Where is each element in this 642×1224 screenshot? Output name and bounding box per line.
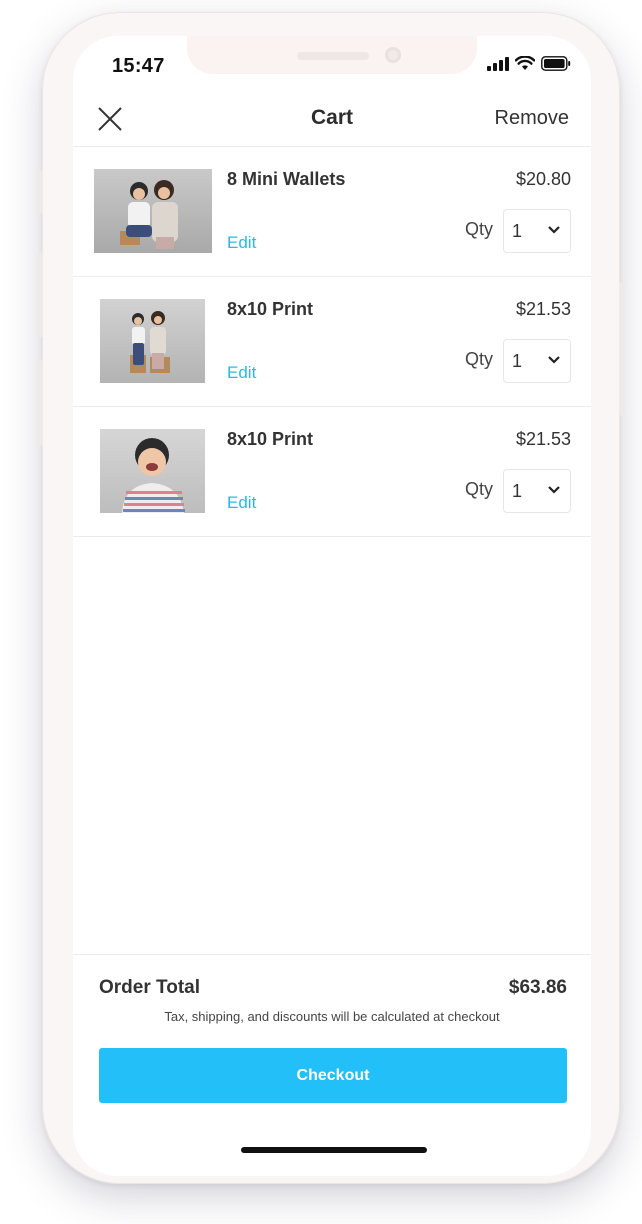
qty-select[interactable]: 1: [503, 469, 571, 513]
qty-value: 1: [512, 221, 523, 241]
item-price: $20.80: [515, 169, 571, 189]
silent-switch: [37, 170, 43, 214]
chevron-down-icon: [548, 226, 560, 234]
order-summary: Order Total $63.86 Tax, shipping, and di…: [73, 954, 591, 1176]
edit-link[interactable]: Edit: [227, 493, 256, 513]
volume-down-button: [37, 360, 43, 446]
product-photo: [100, 299, 205, 383]
signal-icon: [487, 56, 509, 71]
product-photo: [94, 169, 212, 253]
item-title: 8x10 Print: [227, 429, 314, 449]
chevron-down-icon: [548, 486, 560, 494]
battery-icon: [541, 56, 571, 71]
product-photo: [100, 429, 205, 513]
qty-value: 1: [512, 351, 523, 371]
wifi-icon: [515, 56, 535, 70]
item-title: 8x10 Print: [227, 299, 314, 319]
nav-bar: Cart Remove: [73, 96, 591, 147]
order-total-label: Order Total: [99, 977, 200, 998]
chevron-down-icon: [548, 356, 560, 364]
checkout-note: Tax, shipping, and discounts will be cal…: [164, 1009, 500, 1024]
screen: 15:47 Cart Remove 8 Mini Wallets $20.80 …: [73, 36, 591, 1176]
cart-item: 8x10 Print $21.53 Edit Qty 1: [73, 277, 591, 407]
qty-value: 1: [512, 481, 523, 501]
power-button: [619, 282, 625, 416]
item-price: $21.53: [515, 299, 571, 319]
qty-label: Qty: [465, 349, 494, 369]
checkout-button[interactable]: Checkout: [99, 1048, 567, 1103]
qty-select[interactable]: 1: [503, 209, 571, 253]
remove-button[interactable]: Remove: [495, 107, 569, 130]
status-icons: [487, 56, 571, 71]
qty-select[interactable]: 1: [503, 339, 571, 383]
home-indicator[interactable]: [241, 1147, 427, 1153]
cart-item: 8x10 Print $21.53 Edit Qty 1: [73, 407, 591, 537]
edit-link[interactable]: Edit: [227, 233, 256, 253]
item-price: $21.53: [515, 429, 571, 449]
speaker: [297, 52, 369, 60]
qty-label: Qty: [465, 219, 494, 239]
cart-item: 8 Mini Wallets $20.80 Edit Qty 1: [73, 147, 591, 277]
notch: [187, 36, 477, 74]
front-camera: [385, 47, 401, 63]
edit-link[interactable]: Edit: [227, 363, 256, 383]
qty-label: Qty: [465, 479, 494, 499]
item-title: 8 Mini Wallets: [227, 169, 346, 189]
volume-up-button: [37, 252, 43, 338]
status-time: 15:47: [112, 55, 165, 77]
order-total-value: $63.86: [508, 977, 567, 998]
